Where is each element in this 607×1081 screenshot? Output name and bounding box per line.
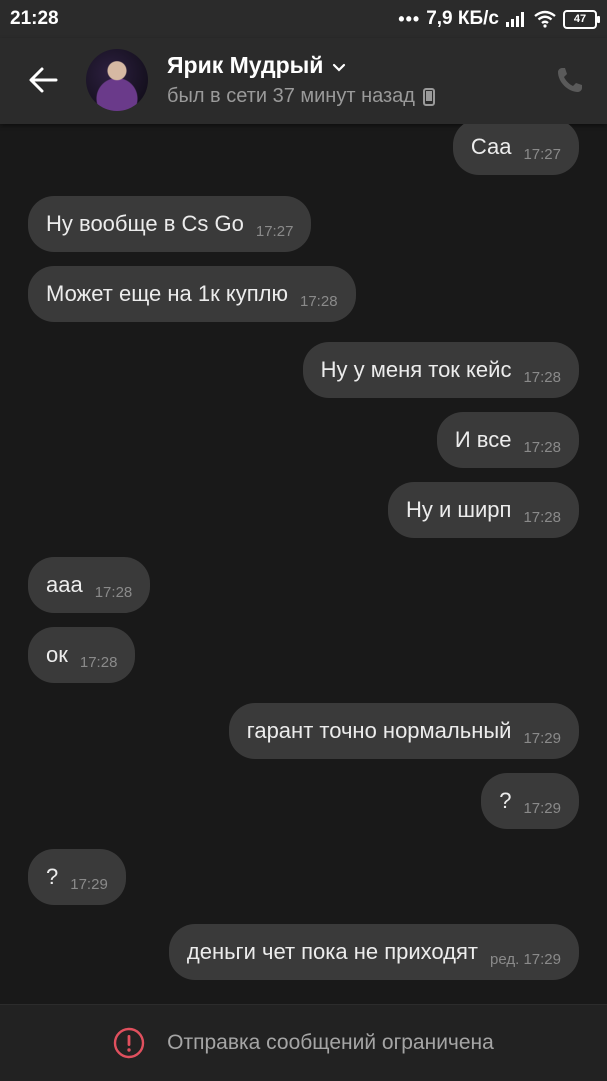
message-time: 17:28 bbox=[523, 508, 561, 526]
message-text: Саа bbox=[470, 134, 512, 159]
message-bubble[interactable]: Может еще на 1к куплю 17:28 bbox=[28, 266, 356, 322]
message-time: 17:27 bbox=[523, 145, 561, 163]
restricted-notice-text: Отправка сообщений ограничена bbox=[167, 1031, 494, 1054]
chevron-down-icon bbox=[333, 63, 346, 72]
message-text: деньги чет пока не приходят bbox=[186, 939, 479, 964]
message-text: ок bbox=[46, 642, 68, 667]
message-time: 17:29 bbox=[523, 729, 561, 747]
message-text: И все bbox=[454, 427, 512, 452]
mobile-device-icon bbox=[422, 87, 435, 106]
message-text: Может еще на 1к куплю bbox=[46, 281, 288, 306]
message-bubble[interactable]: Саа 17:27 bbox=[452, 124, 579, 175]
phone-call-icon[interactable] bbox=[555, 65, 585, 95]
signal-icon bbox=[506, 12, 524, 27]
message-time: 17:28 bbox=[523, 438, 561, 456]
message-text: Ну вообще в Cs Go bbox=[46, 211, 244, 236]
contact-name-row[interactable]: Ярик Мудрый bbox=[167, 52, 347, 79]
message-bubble[interactable]: гарант точно нормальный 17:29 bbox=[228, 703, 579, 759]
message-time: 17:27 bbox=[255, 222, 294, 240]
contact-name: Ярик Мудрый bbox=[167, 52, 324, 78]
message-time: 17:29 bbox=[523, 799, 561, 817]
status-indicators: ••• 7,9 КБ/с 47 bbox=[398, 8, 600, 30]
message-time: 17:28 bbox=[79, 653, 118, 671]
message-bubble[interactable]: Ну вообще в Cs Go 17:27 bbox=[28, 196, 312, 252]
wifi-icon bbox=[534, 10, 556, 28]
message-bubble[interactable]: Ну и ширп 17:28 bbox=[387, 482, 579, 538]
back-arrow-icon[interactable] bbox=[26, 60, 62, 100]
message-bubble[interactable]: ааа 17:28 bbox=[28, 557, 151, 613]
message-bubble[interactable]: Ну у меня ток кейс 17:28 bbox=[302, 342, 579, 398]
clock: 21:28 bbox=[10, 8, 59, 29]
message-text: ? bbox=[499, 788, 512, 813]
notification-dots: ••• bbox=[398, 8, 421, 29]
warning-circle-icon bbox=[113, 1027, 145, 1059]
message-text: ааа bbox=[46, 572, 83, 597]
avatar[interactable] bbox=[86, 49, 148, 111]
message-text: гарант точно нормальный bbox=[246, 718, 512, 743]
message-bubble[interactable]: деньги чет пока не приходят ред. 17:29 bbox=[168, 924, 579, 980]
chat-header: Ярик Мудрый был в сети 37 минут назад bbox=[0, 38, 607, 124]
last-seen-row: был в сети 37 минут назад bbox=[167, 85, 435, 108]
message-text: Ну у меня ток кейс bbox=[320, 357, 512, 382]
message-text: Ну и ширп bbox=[405, 497, 512, 522]
message-bubble[interactable]: ? 17:29 bbox=[28, 849, 126, 905]
message-time: 17:29 bbox=[70, 875, 108, 893]
message-bubble[interactable]: ? 17:29 bbox=[481, 773, 579, 829]
network-speed: 7,9 КБ/с bbox=[426, 8, 499, 29]
message-list[interactable]: Саа 17:27 Ну вообще в Cs Go 17:27 Может … bbox=[0, 124, 607, 1004]
restricted-notice-bar: Отправка сообщений ограничена bbox=[0, 1004, 607, 1081]
message-bubble[interactable]: ок 17:28 bbox=[28, 627, 136, 683]
battery-icon: 47 bbox=[563, 9, 600, 29]
status-bar: 21:28 ••• 7,9 КБ/с 47 bbox=[0, 0, 607, 38]
message-time: 17:28 bbox=[300, 292, 338, 310]
message-bubble[interactable]: И все 17:28 bbox=[436, 412, 579, 468]
last-seen-text: был в сети 37 минут назад bbox=[167, 85, 415, 107]
message-time: ред. 17:29 bbox=[490, 950, 561, 968]
message-time: 17:28 bbox=[523, 368, 561, 386]
message-text: ? bbox=[46, 864, 59, 889]
message-time: 17:28 bbox=[94, 583, 133, 601]
